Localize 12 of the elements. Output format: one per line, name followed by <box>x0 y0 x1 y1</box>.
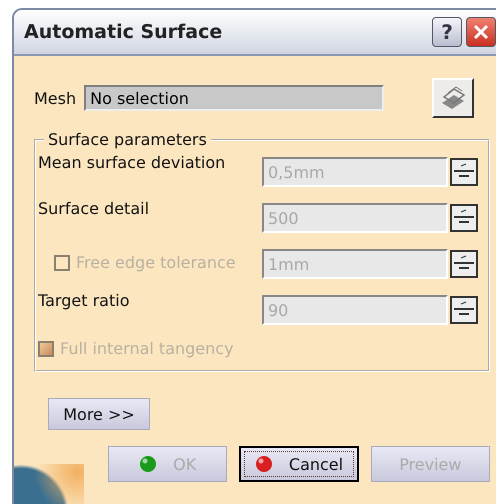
parameter-label: Mean surface deviation <box>38 153 226 172</box>
checkbox-label: Full internal tangency <box>60 339 234 358</box>
mesh-label: Mesh <box>34 88 76 108</box>
help-button[interactable]: ? <box>432 17 462 47</box>
more-button[interactable]: More >> <box>48 398 150 430</box>
dialog-button[interactable]: Cancel <box>239 446 359 482</box>
group-title: Surface parameters <box>47 130 208 149</box>
window-title: Automatic Surface <box>24 21 224 43</box>
parameter-label: Surface detail <box>38 199 150 218</box>
parameter-label: Target ratio <box>38 291 130 310</box>
mesh-field[interactable]: No selection <box>84 85 384 111</box>
checkbox-label: Free edge tolerance <box>76 253 236 272</box>
